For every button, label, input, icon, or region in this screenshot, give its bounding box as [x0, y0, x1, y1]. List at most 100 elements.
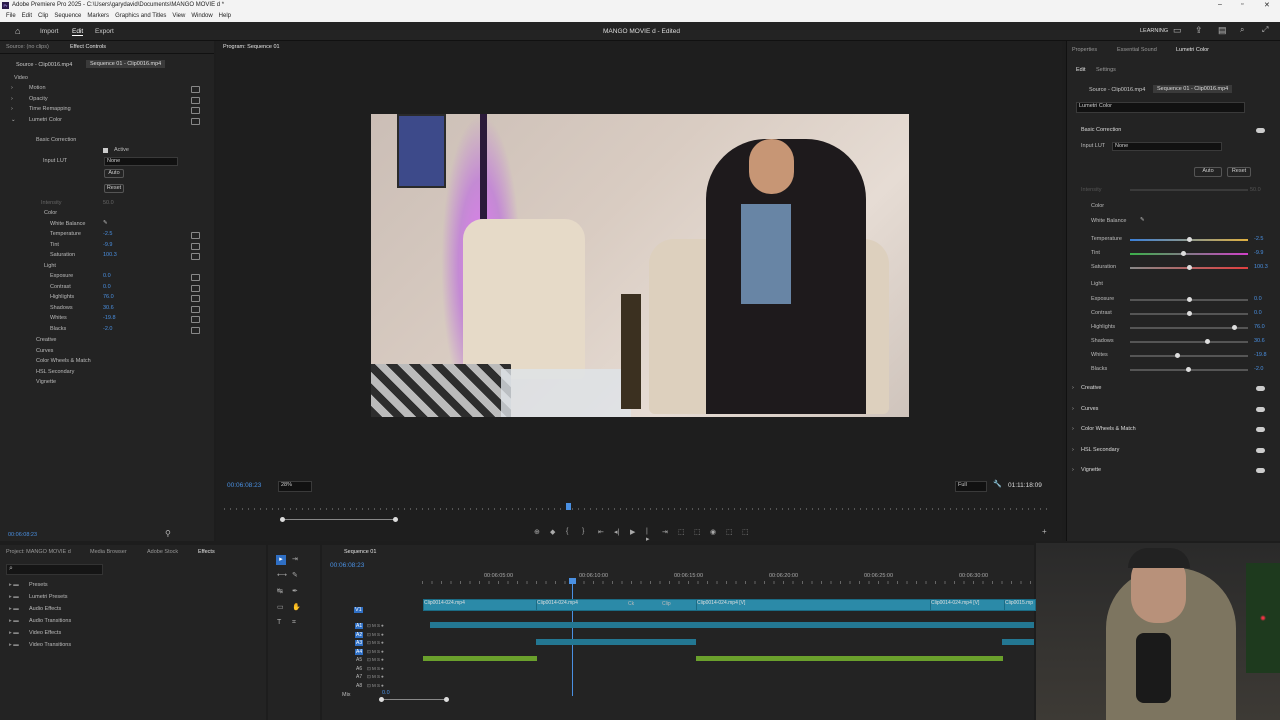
ec-section-hsl-secondary[interactable]: HSL Secondary [36, 369, 74, 375]
lc-color-value[interactable]: -2.5 [1254, 236, 1263, 242]
close-icon[interactable]: ✕ [1264, 1, 1270, 9]
lc-light-value[interactable]: 76.0 [1254, 324, 1265, 330]
basic-correction-label[interactable]: Basic Correction [36, 137, 76, 143]
track-a7[interactable]: A7 [355, 674, 363, 680]
selection-tool-icon[interactable]: ▸ [276, 555, 286, 565]
lc-highlights-knob[interactable] [1231, 325, 1237, 330]
tab-lumetri-color[interactable]: Lumetri Color [1176, 47, 1209, 53]
transport-button-icon[interactable]: ⬚ [678, 528, 685, 536]
transport-button-icon[interactable]: ◂| [614, 528, 619, 536]
ec-section-color-wheels-match[interactable]: Color Wheels & Match [36, 358, 91, 364]
lc-shadows-slider[interactable] [1130, 341, 1248, 343]
lc-section-toggle[interactable] [1256, 427, 1265, 432]
out-point-handle[interactable] [393, 517, 398, 522]
lc-light-value[interactable]: 30.6 [1254, 338, 1265, 344]
tab-essential-sound[interactable]: Essential Sound [1117, 47, 1157, 53]
ec-param-value[interactable]: -2.5 [103, 231, 112, 237]
ec-light-value[interactable]: 30.6 [103, 305, 114, 311]
audio-clip-green[interactable] [423, 656, 537, 661]
transport-button-icon[interactable]: ⊕ [534, 528, 540, 536]
filter-icon[interactable]: ⚲ [165, 529, 171, 538]
ec-light-value[interactable]: 76.0 [103, 294, 114, 300]
track-controls-icon[interactable]: ⊡ M S ⏺ [367, 657, 384, 663]
menu-file[interactable]: File [6, 13, 16, 19]
effect-time-remapping[interactable]: Time Remapping [29, 106, 71, 112]
share-icon[interactable]: ⇪ [1195, 25, 1203, 36]
transport-button-icon[interactable]: } [582, 528, 584, 535]
lc-intensity-slider[interactable] [1130, 189, 1248, 191]
lc-tint-knob[interactable] [1181, 251, 1187, 256]
menu-view[interactable]: View [172, 13, 185, 19]
wrench-icon[interactable]: 🔧 [993, 480, 1002, 488]
transport-button-icon[interactable]: ⬚ [726, 528, 733, 536]
lc-saturation-knob[interactable] [1187, 265, 1192, 270]
track-a5[interactable]: A5 [355, 657, 363, 663]
lc-shadows-knob[interactable] [1204, 339, 1210, 344]
reset-param-icon[interactable] [191, 232, 200, 239]
zoom-right-handle[interactable] [444, 697, 449, 702]
tab-import[interactable]: Import [40, 28, 58, 35]
slip-icon[interactable]: ↹ [277, 587, 283, 595]
reset-param-icon[interactable] [191, 253, 200, 260]
lc-basic-correction-header[interactable]: Basic Correction [1081, 127, 1121, 133]
menu-markers[interactable]: Markers [87, 13, 109, 19]
folder-audio-transitions[interactable]: Audio Transitions [29, 618, 71, 624]
tab-project[interactable]: Project: MANGO MOVIE d [6, 549, 71, 555]
reset-param-icon[interactable] [191, 274, 200, 281]
active-checkbox[interactable] [103, 148, 108, 153]
hand-icon[interactable]: ✋ [292, 603, 301, 611]
lc-section-color-wheels-match[interactable]: Color Wheels & Match [1081, 426, 1136, 432]
window-icon[interactable]: ▤ [1218, 25, 1227, 36]
lc-section-creative[interactable]: Creative [1081, 385, 1101, 391]
ec-input-lut-select[interactable]: None [104, 157, 178, 166]
lc-section-vignette[interactable]: Vignette [1081, 467, 1101, 473]
playhead-marker[interactable] [566, 503, 571, 510]
video-clip[interactable]: Clip0015.mp [1004, 599, 1036, 611]
lc-color-header[interactable]: Color [1091, 203, 1104, 209]
timeline-timecode[interactable]: 00:06:08:23 [330, 562, 364, 569]
reset-param-icon[interactable] [191, 284, 200, 292]
reset-effect-icon[interactable] [191, 86, 200, 93]
track-controls-icon[interactable]: ⊡ M S ⏺ [367, 649, 384, 655]
lc-section-hsl-secondary[interactable]: HSL Secondary [1081, 447, 1119, 453]
effect-lumetri-color[interactable]: Lumetri Color [29, 117, 62, 123]
lc-light-value[interactable]: 0.0 [1254, 296, 1262, 302]
transport-button-icon[interactable]: ◆ [550, 528, 555, 536]
ec-param-value[interactable]: 100.3 [103, 252, 117, 258]
ec-reset-button[interactable]: Reset [104, 184, 124, 193]
lc-section-toggle[interactable] [1256, 386, 1265, 391]
menu-edit[interactable]: Edit [22, 13, 32, 19]
track-controls-icon[interactable]: ⊡ M S ⏺ [367, 666, 384, 672]
ec-timecode[interactable]: 00:06:08:23 [8, 532, 37, 538]
maximize-icon[interactable]: ▫ [1241, 1, 1243, 8]
ec-light-value[interactable]: 0.0 [103, 284, 111, 290]
video-clip[interactable]: Clip0014-024.mp4 [536, 599, 698, 611]
effects-search-input[interactable]: ⌕ [6, 564, 103, 575]
lc-blacks-knob[interactable] [1185, 367, 1191, 372]
transport-button-icon[interactable]: ⇤ [598, 528, 604, 536]
clip-label[interactable]: Clip [662, 601, 671, 607]
reset-effect-icon[interactable] [191, 117, 200, 125]
reset-param-icon[interactable] [191, 242, 200, 250]
track-controls-icon[interactable]: ⊡ M S ⏺ [367, 674, 384, 680]
reset-param-icon[interactable] [191, 326, 200, 334]
menu-sequence[interactable]: Sequence [54, 13, 81, 19]
lc-color-value[interactable]: -9.9 [1254, 250, 1263, 256]
lc-source-clip-tab[interactable]: Source - Clip0016.mp4 [1089, 87, 1145, 93]
menu-help[interactable]: Help [219, 13, 231, 19]
program-scrubber[interactable] [224, 508, 1050, 510]
learning-label[interactable]: LEARNING [1140, 28, 1168, 34]
lc-section-curves[interactable]: Curves [1081, 406, 1098, 412]
home-icon[interactable]: ⌂ [15, 26, 20, 36]
add-button-icon[interactable]: + [1042, 527, 1047, 536]
folder-video-transitions[interactable]: Video Transitions [29, 642, 71, 648]
reset-param-icon[interactable] [191, 305, 200, 313]
work-area-bar[interactable] [282, 519, 396, 520]
subtab-settings[interactable]: Settings [1096, 67, 1116, 73]
track-a1[interactable]: A1 [355, 623, 364, 629]
track-a2[interactable]: A2 [355, 631, 364, 638]
zoom-select[interactable]: 28% [278, 481, 312, 492]
ec-seq-clip-tab[interactable]: Sequence 01 - Clip0016.mp4 [86, 60, 166, 68]
effect-select[interactable]: Lumetri Color [1076, 102, 1245, 113]
folder-audio-effects[interactable]: Audio Effects [29, 606, 61, 612]
